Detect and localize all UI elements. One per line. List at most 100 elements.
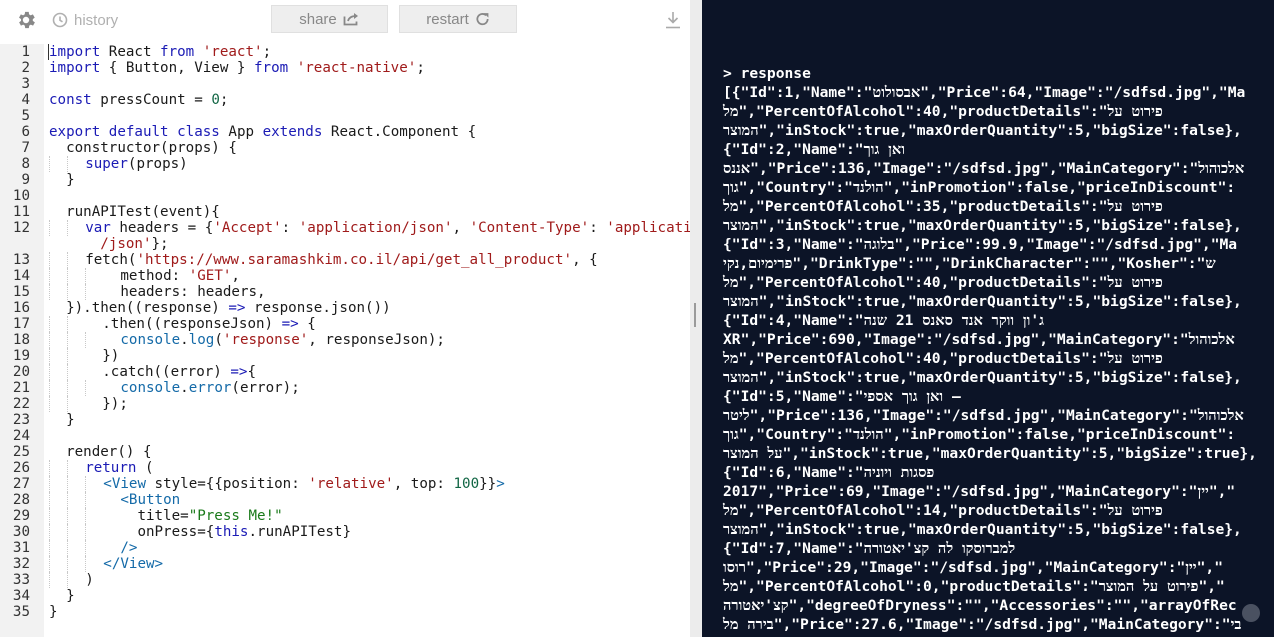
code-text: ) (49, 572, 94, 588)
code-line[interactable]: 24 (0, 428, 690, 444)
code-line[interactable]: 23 } (0, 412, 690, 428)
code-token: (error); (231, 380, 300, 396)
code-token: => (281, 316, 299, 332)
history-label: history (74, 11, 119, 29)
console-line: [{"Id":1,"Name":"אבסולוט","Price":64,"Im… (723, 84, 1246, 101)
console-line: מל","PercentOfAlcohol":35,"productDetail… (723, 198, 1163, 215)
code-line[interactable]: 15 headers: headers, (0, 284, 690, 300)
code-line[interactable]: 22 }); (0, 396, 690, 412)
code-line[interactable]: 6 export default class App extends React.… (0, 124, 690, 140)
code-token: . (180, 332, 189, 348)
line-number: 9 (21, 172, 30, 188)
console-line: המוצר","inStock":true,"maxOrderQuantity"… (723, 217, 1242, 234)
gear-icon[interactable] (15, 9, 37, 31)
console-line: ליטר","Price":136,"Image":"/sdfsd.jpg","… (723, 407, 1244, 424)
code-token: method: (120, 268, 189, 284)
line-number: 34 (12, 588, 30, 604)
code-line[interactable]: 3 (0, 76, 690, 92)
code-token: var (85, 220, 111, 236)
code-token: extends (262, 124, 323, 140)
code-token: fetch( (85, 252, 137, 268)
code-line[interactable]: 25 render() { (0, 444, 690, 460)
download-icon[interactable] (665, 11, 681, 29)
code-token: }; (151, 236, 169, 252)
code-line[interactable]: 13 fetch('https://www.saramashkim.co.il/… (0, 252, 690, 268)
code-line[interactable]: 32 </View> (0, 556, 690, 572)
code-token: , { (572, 252, 598, 268)
code-line[interactable]: 10 (0, 188, 690, 204)
restart-button[interactable]: restart (399, 5, 517, 33)
line-number: 18 (12, 332, 30, 348)
share-label: share (299, 10, 337, 28)
share-button[interactable]: share (271, 5, 388, 33)
pane-divider[interactable] (690, 0, 702, 637)
code-line[interactable]: 16 }).then((response) => response.json()… (0, 300, 690, 316)
code-line[interactable]: 34 } (0, 588, 690, 604)
code-text: console.error(error); (49, 380, 300, 396)
code-line[interactable]: 14 method: 'GET', (0, 268, 690, 284)
code-token: 'applicatio (606, 220, 690, 236)
code-token: super (85, 156, 128, 172)
code-token: .catch((error) (102, 364, 231, 380)
code-token: => (228, 300, 246, 316)
code-line[interactable]: 12 var headers = {'Accept': 'application… (0, 220, 690, 236)
line-number: 11 (12, 204, 30, 220)
code-line[interactable]: 30 onPress={this.runAPITest} (0, 524, 690, 540)
code-line[interactable]: 31 /> (0, 540, 690, 556)
code-line[interactable]: 20 .catch((error) =>{ (0, 364, 690, 380)
code-line[interactable]: 29 title="Press Me!" (0, 508, 690, 524)
code-line[interactable]: 9 } (0, 172, 690, 188)
code-line[interactable]: 8 super(props) (0, 156, 690, 172)
line-number: 5 (21, 108, 30, 124)
code-line[interactable]: 2 import { Button, View } from 'react-nat… (0, 60, 690, 76)
code-text: return ( (49, 460, 154, 476)
scroll-indicator[interactable] (1242, 604, 1260, 622)
code-line[interactable]: 28 <Button (0, 492, 690, 508)
code-token: constructor(props) { (49, 140, 237, 156)
code-line[interactable]: 4 const pressCount = 0; (0, 92, 690, 108)
code-token: . (180, 380, 189, 396)
code-line[interactable]: 33 ) (0, 572, 690, 588)
code-line[interactable]: 5 (0, 108, 690, 124)
code-line[interactable]: 26 return ( (0, 460, 690, 476)
code-line[interactable]: 1 import React from 'react'; (0, 44, 690, 60)
code-line[interactable]: 17 .then((responseJson) => { (0, 316, 690, 332)
code-token: (props) (127, 156, 188, 172)
code-token: 'Content-Type' (469, 220, 590, 236)
code-text: }); (49, 396, 128, 412)
code-token: </View> (103, 556, 164, 572)
divider-grip-icon[interactable] (694, 303, 696, 327)
code-line[interactable]: 11 runAPITest(event){ (0, 204, 690, 220)
code-token: { (298, 316, 316, 332)
code-line[interactable]: 7 constructor(props) { (0, 140, 690, 156)
code-token: }} (479, 476, 497, 492)
code-text: .catch((error) =>{ (49, 364, 256, 380)
history-button[interactable]: history (52, 10, 118, 30)
editor-pane: history share restart 1 import React from… (0, 0, 690, 637)
code-token: default (108, 124, 169, 140)
code-line[interactable]: 19 }) (0, 348, 690, 364)
code-text: } (49, 172, 75, 188)
code-line[interactable]: 21 console.error(error); (0, 380, 690, 396)
line-number: 33 (12, 572, 30, 588)
code-text: }) (49, 348, 119, 364)
code-token: pressCount = (91, 92, 212, 108)
code-token: console (120, 332, 181, 348)
line-number: 10 (12, 188, 30, 204)
code-line[interactable]: /json'}; (0, 236, 690, 252)
code-line[interactable]: 27 <View style={{position: 'relative', t… (0, 476, 690, 492)
code-token: runAPITest(event){ (49, 204, 220, 220)
code-line[interactable]: 35} (0, 604, 690, 620)
line-number: 30 (12, 524, 30, 540)
code-text: export default class App extends React.C… (49, 124, 476, 140)
code-token: return (85, 460, 137, 476)
code-text: title="Press Me!" (49, 508, 283, 524)
code-token: App (219, 124, 263, 140)
line-number: 29 (12, 508, 30, 524)
code-editor[interactable]: 1 import React from 'react'; 2 import { But… (0, 44, 690, 637)
code-line[interactable]: 18 console.log('response', responseJson)… (0, 332, 690, 348)
line-number: 8 (21, 156, 30, 172)
code-token: headers: headers, (120, 284, 266, 300)
